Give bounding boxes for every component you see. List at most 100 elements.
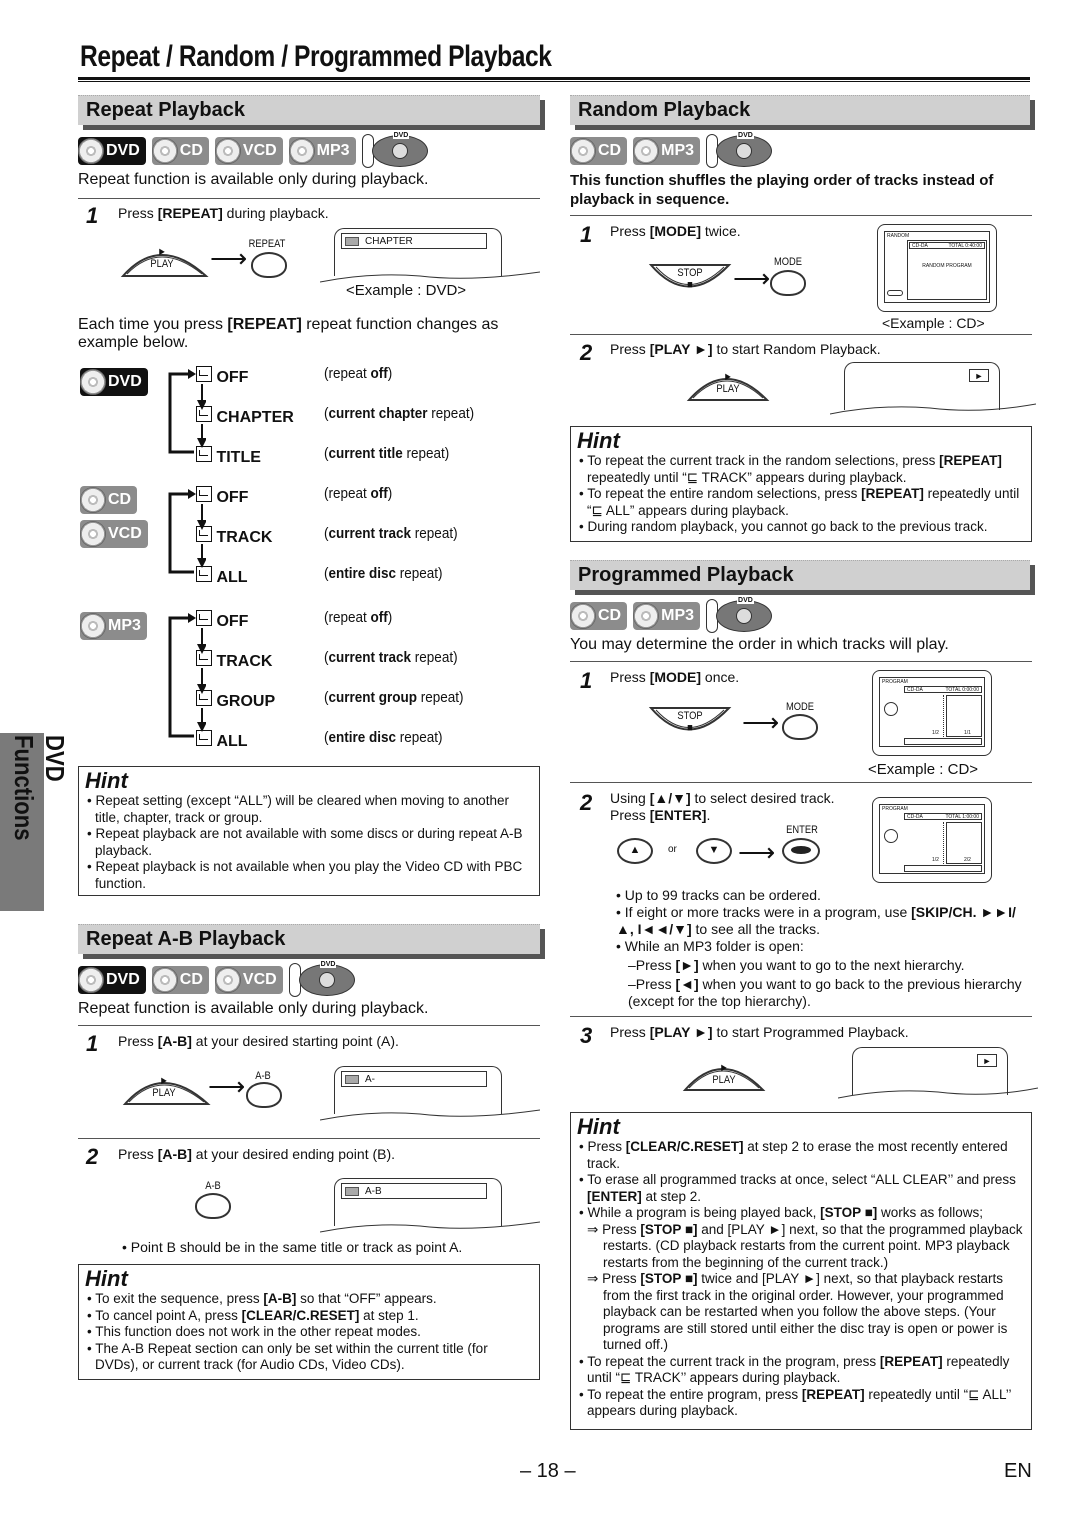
hint-box-ab: Hint To exit the sequence, press [A-B] s… xyxy=(78,1264,540,1380)
section-heading-repeat: Repeat Playback xyxy=(78,95,540,125)
step-number: 2 xyxy=(580,340,593,365)
sequence-item: OFF xyxy=(196,610,248,631)
sequence-item: ALL xyxy=(196,730,248,751)
step-number: 1 xyxy=(86,1031,99,1056)
divider xyxy=(570,782,1032,783)
repeat-button[interactable] xyxy=(251,252,287,278)
program-intro: You may determine the order in which tra… xyxy=(570,636,949,653)
sequence-item: ALL xyxy=(196,566,248,587)
play-symbol: ► xyxy=(723,371,733,383)
repeat-button-label: REPEAT xyxy=(248,238,286,250)
ab-note: • Point B should be in the same title or… xyxy=(122,1239,463,1255)
repeat-icon xyxy=(196,526,212,542)
or-label: or xyxy=(668,844,677,855)
hint-item: To repeat the current track in the rando… xyxy=(577,453,1025,486)
disc-icon xyxy=(570,138,596,164)
repeat-icon xyxy=(345,1186,359,1196)
disc-icon xyxy=(151,138,178,164)
disc-icon xyxy=(80,613,106,639)
title-rule xyxy=(78,77,1030,80)
sequence-item: TRACK xyxy=(196,526,272,547)
disc-icon xyxy=(288,138,315,164)
sequence-item: TRACK xyxy=(196,650,272,671)
repeat-icon xyxy=(345,1074,359,1084)
repeat-icon xyxy=(196,486,212,502)
repeat-icon xyxy=(196,406,212,422)
disc-badges-random: CD MP3 DVD xyxy=(570,132,773,168)
ab-button[interactable] xyxy=(246,1082,282,1108)
enter-button[interactable] xyxy=(782,838,820,864)
ab-button[interactable] xyxy=(195,1193,231,1219)
mode-button[interactable] xyxy=(770,270,806,296)
hint-item: Repeat playback is not available when yo… xyxy=(85,859,533,892)
disc-icon xyxy=(78,138,104,164)
divider xyxy=(570,1016,1032,1017)
section-heading-ab: Repeat A-B Playback xyxy=(78,924,540,954)
arrow-right-icon: ⟶ xyxy=(208,1071,246,1101)
badge-dvd: DVD xyxy=(78,137,146,165)
example-caption: <Example : DVD> xyxy=(346,282,467,299)
step-instruction: Using [▲/▼] to select desired track. Pre… xyxy=(610,790,835,823)
note-subitem: –Press [►] when you want to go to the ne… xyxy=(628,957,965,973)
badge-cd: CD xyxy=(80,486,138,514)
play-status-icon: ► xyxy=(977,1054,997,1067)
hint-box-program: Hint Press [CLEAR/C.RESET] at step 2 to … xyxy=(570,1112,1032,1430)
divider xyxy=(570,334,1032,335)
mode-button-label: MODE xyxy=(785,701,815,713)
ab-intro: Repeat function is available only during… xyxy=(78,1000,429,1017)
sequence-item: GROUP xyxy=(196,690,275,711)
hint-item: To repeat the entire random selections, … xyxy=(577,486,1025,519)
mode-button[interactable] xyxy=(782,714,818,740)
step-instruction: Press [A-B] at your desired ending point… xyxy=(118,1146,396,1162)
divider xyxy=(78,198,540,199)
screen-cut-line xyxy=(320,1221,540,1233)
tv-screen-content: RANDOM CD-DA TOTAL 0:40:00 RANDOM PROGRAM xyxy=(884,231,990,303)
badge-mp3: MP3 xyxy=(633,137,701,165)
note-item: If eight or more tracks were in a progra… xyxy=(616,904,1032,938)
title-rule-thin xyxy=(78,81,1030,82)
badge-mp3: MP3 xyxy=(80,612,147,640)
repeat-each-time: Each time you press [REPEAT] repeat func… xyxy=(78,316,499,351)
repeat-icon xyxy=(196,566,212,582)
hint-subitem: Press [STOP ■] twice and [PLAY ►] next, … xyxy=(577,1271,1025,1354)
repeat-icon xyxy=(196,690,212,706)
disc-icon xyxy=(570,603,596,629)
hint-list: Press [CLEAR/C.RESET] at step 2 to erase… xyxy=(577,1139,1025,1420)
hint-item: The A-B Repeat section can only be set w… xyxy=(85,1341,533,1374)
arrow-right-icon: ⟶ xyxy=(733,263,771,293)
step-number: 1 xyxy=(86,203,99,228)
hint-title: Hint xyxy=(577,1114,620,1139)
disc-icon xyxy=(214,967,241,993)
tv-example-random: RANDOM CD-DA TOTAL 0:40:00 RANDOM PROGRAM xyxy=(877,224,997,312)
badge-cd: CD xyxy=(151,137,209,165)
badge-cd: CD xyxy=(151,966,209,994)
divider xyxy=(570,661,1032,662)
down-button[interactable]: ▼ xyxy=(696,838,732,864)
up-button[interactable]: ▲ xyxy=(617,838,653,864)
stop-symbol: ■ xyxy=(687,722,693,734)
remote-control-icon: DVD xyxy=(288,961,355,997)
hint-list: Repeat setting (except “ALL”) will be cl… xyxy=(85,793,533,892)
badge-dvd: DVD xyxy=(78,966,146,994)
ab-button-label: A-B xyxy=(255,1070,271,1082)
screen-cut-line xyxy=(830,403,1036,415)
play-symbol: ► xyxy=(157,246,167,258)
hint-item: To erase all programmed tracks at once, … xyxy=(577,1172,1025,1205)
remote-control-icon: DVD xyxy=(361,132,428,168)
hint-item: This function does not work in the other… xyxy=(85,1324,533,1341)
divider xyxy=(570,215,1032,216)
badge-vcd: VCD xyxy=(214,137,283,165)
repeat-intro: Repeat function is available only during… xyxy=(78,171,429,188)
hint-item: While a program is being played back, [S… xyxy=(577,1205,1025,1222)
random-intro: This function shuffles the playing order… xyxy=(570,172,994,208)
note-item: While an MP3 folder is open: xyxy=(616,938,1032,955)
sequence-item: CHAPTER xyxy=(196,406,294,427)
play-symbol: ► xyxy=(719,1062,729,1074)
repeat-icon xyxy=(196,730,212,746)
screen-cut-line xyxy=(320,1109,540,1121)
note-item: Up to 99 tracks can be ordered. xyxy=(616,887,1032,904)
step-instruction: Press [A-B] at your desired starting poi… xyxy=(118,1033,399,1049)
step-instruction: Press [REPEAT] during playback. xyxy=(118,205,329,221)
example-caption: <Example : CD> xyxy=(882,315,985,331)
badge-vcd: VCD xyxy=(214,966,283,994)
